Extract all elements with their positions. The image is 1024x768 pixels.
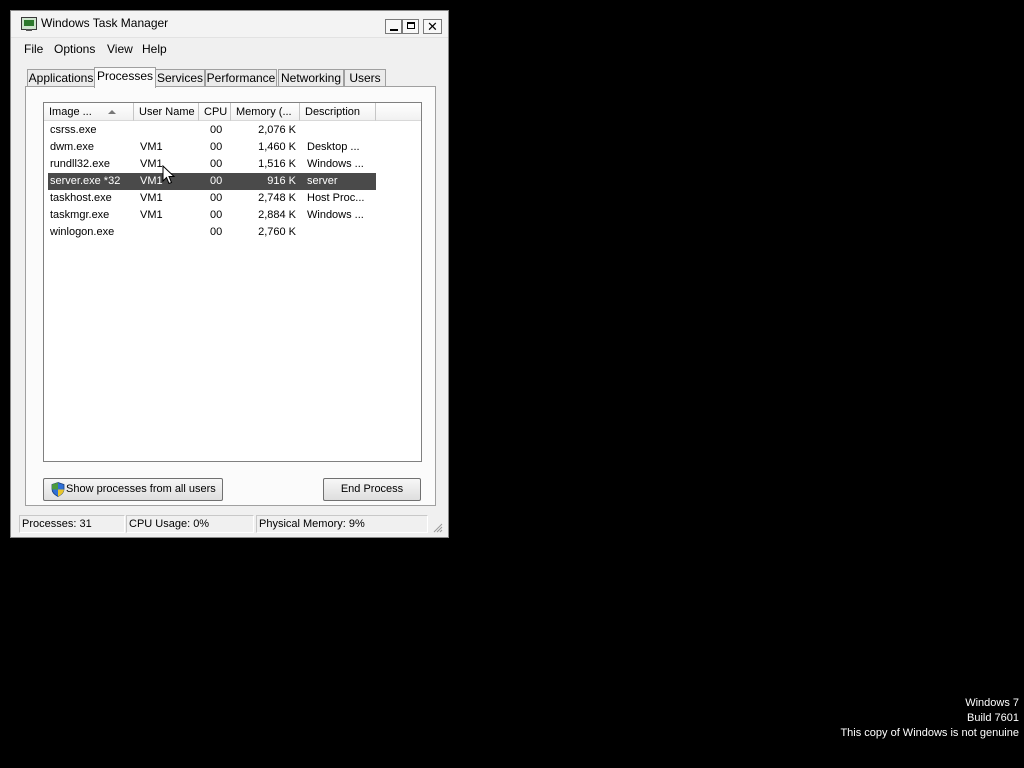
title-bar[interactable]: Windows Task Manager ✕: [11, 11, 448, 38]
minimize-button[interactable]: [385, 19, 402, 34]
window-title: Windows Task Manager: [41, 16, 169, 30]
column-header-image[interactable]: Image ...: [44, 103, 134, 121]
cell-cpu: 00: [210, 141, 223, 153]
close-icon: ✕: [427, 19, 438, 34]
show-all-processes-label: Show processes from all users: [66, 483, 216, 495]
table-row[interactable]: taskmgr.exe VM1 00 2,884 K Windows ...: [48, 207, 376, 224]
column-header-description[interactable]: Description: [300, 103, 376, 121]
cell-memory: 2,076 K: [258, 124, 296, 136]
table-row[interactable]: rundll32.exe VM1 00 1,516 K Windows ...: [48, 156, 376, 173]
table-row-selected[interactable]: server.exe *32 VM1 00 916 K server: [48, 173, 376, 190]
cell-user: VM1: [140, 209, 163, 221]
table-row[interactable]: taskhost.exe VM1 00 2,748 K Host Proc...: [48, 190, 376, 207]
cell-memory: 1,516 K: [258, 158, 296, 170]
minimize-icon: [389, 29, 398, 31]
column-header-cpu[interactable]: CPU: [199, 103, 231, 121]
watermark-genuine-notice: This copy of Windows is not genuine: [840, 727, 1019, 739]
column-header-filler: [376, 103, 421, 121]
cell-image: taskmgr.exe: [50, 209, 110, 221]
cell-user: VM1: [140, 141, 163, 153]
cell-memory: 1,460 K: [258, 141, 296, 153]
cell-memory: 2,748 K: [258, 192, 296, 204]
tab-users[interactable]: Users: [344, 69, 386, 87]
column-header-user-name[interactable]: User Name: [134, 103, 199, 121]
cell-image: taskhost.exe: [50, 192, 112, 204]
menu-bar: File Options View Help: [11, 38, 448, 58]
cell-description: Host Proc...: [307, 192, 365, 204]
task-manager-icon: [21, 17, 37, 31]
close-button[interactable]: ✕: [423, 19, 442, 34]
tab-networking[interactable]: Networking: [278, 69, 344, 87]
column-header-memory[interactable]: Memory (...: [231, 103, 300, 121]
maximize-button[interactable]: [402, 19, 419, 34]
cell-image: dwm.exe: [50, 141, 95, 153]
cell-cpu: 00: [210, 209, 223, 221]
cell-user: VM1: [140, 192, 163, 204]
cell-image: server.exe *32: [50, 175, 121, 187]
cell-description: Desktop ...: [307, 141, 360, 153]
cell-image: winlogon.exe: [50, 226, 115, 238]
cell-image: csrss.exe: [50, 124, 97, 136]
sort-ascending-icon: [108, 110, 116, 114]
table-row[interactable]: winlogon.exe 00 2,760 K: [48, 224, 376, 241]
cell-description: Windows ...: [307, 209, 364, 221]
menu-help[interactable]: Help: [142, 42, 167, 56]
menu-options[interactable]: Options: [54, 42, 95, 56]
tab-performance[interactable]: Performance: [205, 69, 277, 87]
cell-cpu: 00: [210, 158, 223, 170]
processes-panel: Image ... User Name CPU Memory (... Desc…: [25, 86, 436, 506]
mouse-pointer-icon: [162, 165, 176, 185]
menu-file[interactable]: File: [24, 42, 43, 56]
cell-cpu: 00: [210, 192, 223, 204]
uac-shield-icon: [51, 482, 65, 497]
cell-image: rundll32.exe: [50, 158, 110, 170]
cell-description: server: [307, 175, 338, 187]
cell-cpu: 00: [210, 226, 223, 238]
maximize-icon: [406, 22, 415, 29]
column-header-image-label: Image ...: [49, 106, 92, 118]
tab-services[interactable]: Services: [155, 69, 205, 87]
tab-processes[interactable]: Processes: [94, 67, 156, 88]
end-process-button[interactable]: End Process: [323, 478, 421, 501]
resize-grip-icon[interactable]: [431, 521, 443, 533]
menu-view[interactable]: View: [107, 42, 133, 56]
cell-memory: 916 K: [267, 175, 296, 187]
cell-cpu: 00: [210, 175, 223, 187]
watermark-build: Build 7601: [967, 712, 1019, 724]
process-list[interactable]: Image ... User Name CPU Memory (... Desc…: [43, 102, 422, 462]
cell-description: Windows ...: [307, 158, 364, 170]
status-physical-memory: Physical Memory: 9%: [256, 515, 428, 533]
status-bar: Processes: 31 CPU Usage: 0% Physical Mem…: [11, 513, 448, 537]
status-processes: Processes: 31: [19, 515, 125, 533]
cell-cpu: 00: [210, 124, 223, 136]
task-manager-window: Windows Task Manager ✕ File Options View…: [10, 10, 449, 538]
tab-applications[interactable]: Applications: [27, 69, 95, 87]
status-cpu-usage: CPU Usage: 0%: [126, 515, 254, 533]
watermark-os-name: Windows 7: [965, 697, 1019, 709]
cell-memory: 2,760 K: [258, 226, 296, 238]
table-row[interactable]: dwm.exe VM1 00 1,460 K Desktop ...: [48, 139, 376, 156]
table-row[interactable]: csrss.exe 00 2,076 K: [48, 122, 376, 139]
show-all-processes-button[interactable]: Show processes from all users: [43, 478, 223, 501]
cell-memory: 2,884 K: [258, 209, 296, 221]
